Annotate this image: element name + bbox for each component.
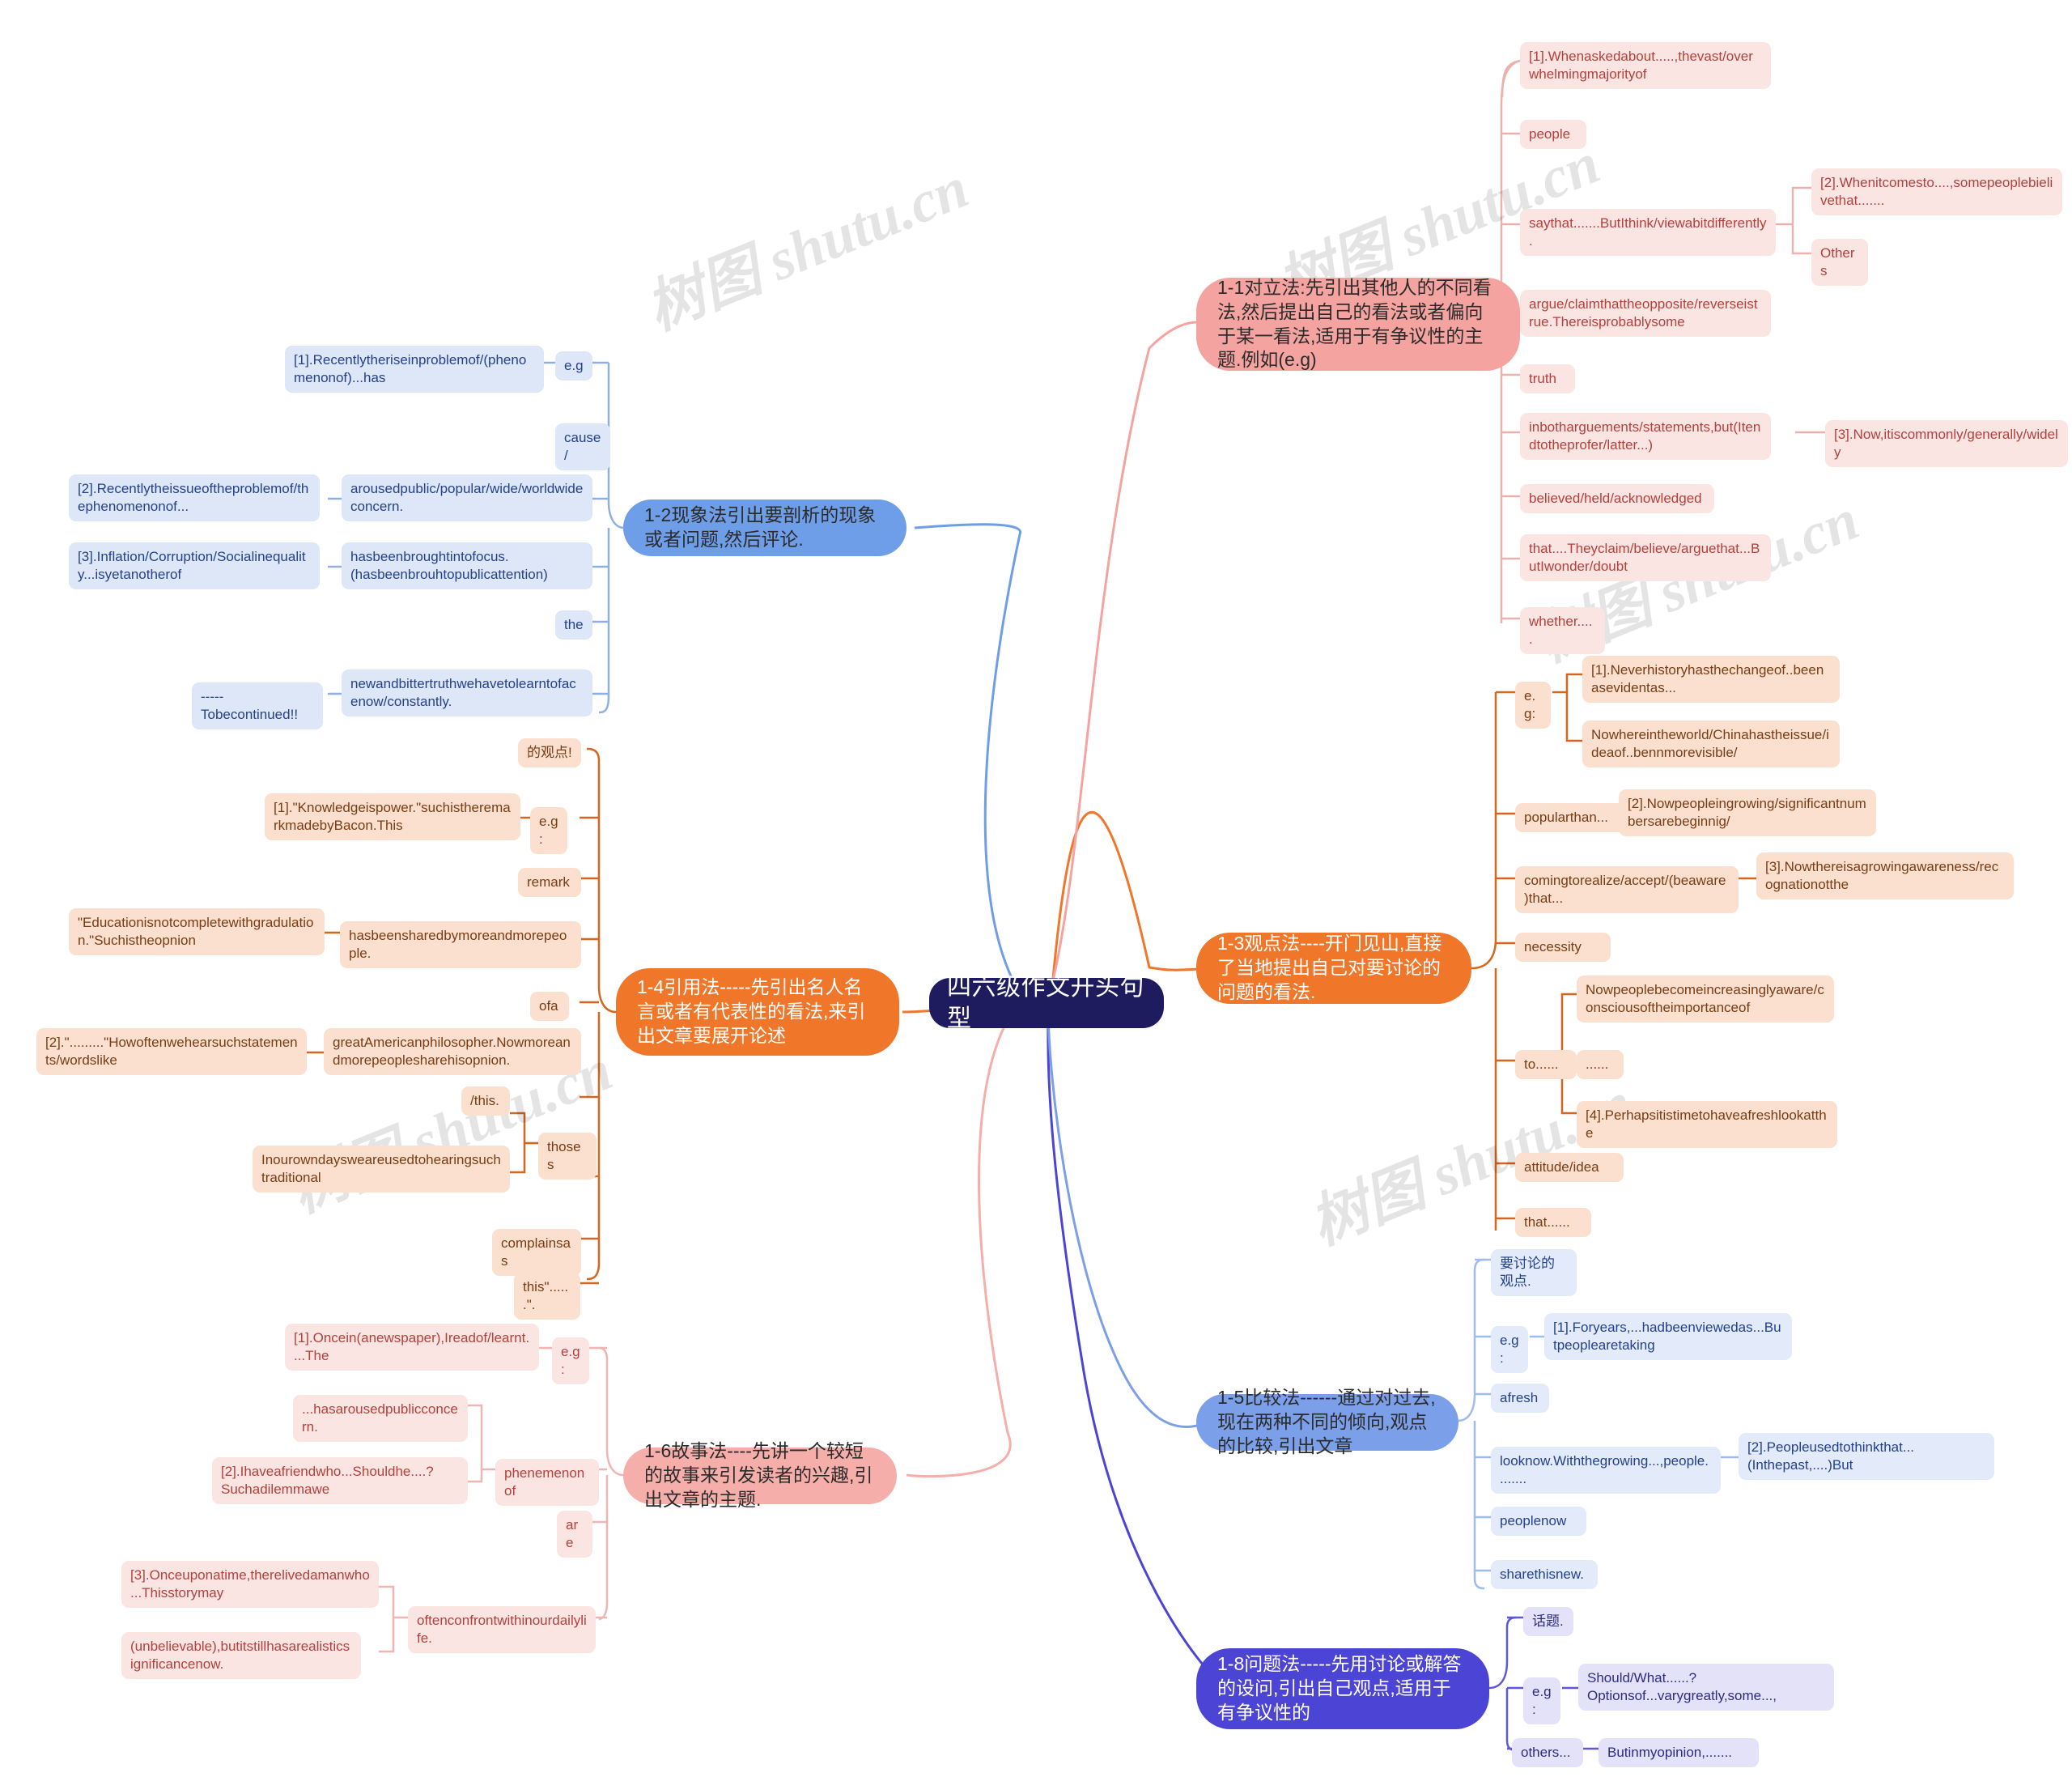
node-1-2-3[interactable]: [3].Inflation/Corruption/Socialinequalit… [69,542,320,590]
node-1-4-ofa[interactable]: ofa [530,992,569,1022]
topic-1-1[interactable]: 1-1对立法:先引出其他人的不同看法,然后提出自己的看法或者偏向于某一看法,适用… [1196,277,1520,371]
node-1-3-3[interactable]: [3].Nowthereisagrowingawareness/recognat… [1756,852,2014,900]
node-1-6-arousedconcern[interactable]: ...hasarousedpublicconcern. [293,1395,468,1443]
node-1-3-to[interactable]: to...... [1515,1050,1577,1080]
node-1-8-others[interactable]: others... [1512,1738,1583,1768]
node-1-4-eg[interactable]: e.g: [530,807,567,855]
node-1-6-unbelievable[interactable]: (unbelievable),butitstillhasarealisticsi… [121,1632,361,1680]
node-1-2-cause[interactable]: cause/ [555,423,610,471]
node-1-3-1[interactable]: [1].Neverhistoryhasthechangeof..beenasev… [1582,656,1840,704]
node-1-3-2[interactable]: [2].Nowpeopleingrowing/significantnumber… [1619,789,1876,837]
node-1-6-oftenconfront[interactable]: oftenconfrontwithinourdailylife. [408,1606,596,1654]
node-1-2-2[interactable]: [2].Recentlytheissueoftheproblemof/theph… [69,474,320,522]
node-1-1-that[interactable]: that....Theyclaim/believe/arguethat...Bu… [1520,534,1771,582]
node-1-1-inboth[interactable]: inbotharguements/statements,but(Itendtot… [1520,413,1771,461]
node-1-3-that[interactable]: that...... [1515,1208,1591,1238]
node-1-4-viewpoint[interactable]: 的观点! [518,738,581,768]
node-1-1-2[interactable]: [2].Whenitcomesto....,somepeoplebielivet… [1811,168,2062,216]
node-1-3-comingtorealize[interactable]: comingtorealize/accept/(beaware)that... [1515,866,1739,914]
node-1-2-1[interactable]: [1].Recentlytheriseinproblemof/(phenomen… [285,346,544,393]
node-1-6-2[interactable]: [2].Ihaveafriendwho...Shouldhe....?Sucha… [212,1457,468,1505]
node-1-2-newbitter[interactable]: newandbittertruthwehavetolearntofacenow/… [342,670,592,717]
node-1-4-remark[interactable]: remark [518,868,581,898]
node-1-8-topic[interactable]: 话题. [1523,1607,1573,1637]
node-1-1-argue[interactable]: argue/claimthattheopposite/reverseistrue… [1520,290,1771,338]
node-1-4-education[interactable]: "Educationisnotcompletewithgradulation."… [69,908,325,956]
node-1-4-complainsas[interactable]: complainsas [492,1229,581,1277]
node-1-6-1[interactable]: [1].Oncein(anewspaper),Ireadof/learnt...… [285,1324,539,1371]
node-1-5-peoplenow[interactable]: peoplenow [1491,1507,1586,1537]
node-1-4-this[interactable]: /this. [461,1086,510,1116]
node-1-6-phenemenonof[interactable]: phenemenonof [495,1459,599,1507]
node-1-6-3[interactable]: [3].Onceuponatime,therelivedamanwho...Th… [121,1561,379,1609]
topic-1-8[interactable]: 1-8问题法-----先用讨论或解答的设问,引出自己观点,适用于有争议性的 [1196,1648,1489,1729]
node-1-6-are[interactable]: are [557,1511,592,1558]
node-1-3-4[interactable]: [4].Perhapsitistimetohaveafreshlookatthe [1577,1101,1837,1149]
node-1-8-example[interactable]: Should/What......?Optionsof...varygreatl… [1578,1664,1834,1711]
topic-1-6[interactable]: 1-6故事法----先讲一个较短的故事来引发读者的兴趣,引出文章的主题. [623,1440,897,1510]
node-1-1-people[interactable]: people [1520,120,1586,150]
node-1-3-nowpeople[interactable]: Nowpeoplebecomeincreasinglyaware/conscio… [1577,976,1834,1023]
node-1-4-inourowndays[interactable]: Inourowndaysweareusedtohearingsuchtradit… [253,1146,510,1193]
topic-1-2[interactable]: 1-2现象法引出要剖析的现象或者问题,然后评论. [623,500,906,556]
node-1-1-others[interactable]: Others [1811,239,1868,287]
node-1-3-attitude[interactable]: attitude/idea [1515,1153,1624,1183]
node-1-1-believed[interactable]: believed/held/acknowledged [1520,484,1714,514]
root-node[interactable]: 四六级作文开头句型 [929,974,1164,1032]
node-1-5-2[interactable]: [2].Peopleusedtothinkthat...(Inthepast,.… [1739,1433,1994,1481]
node-1-6-eg[interactable]: e.g: [552,1337,589,1385]
node-1-1-truth[interactable]: truth [1520,364,1575,394]
node-1-3-eg[interactable]: e.g: [1515,682,1551,729]
topic-1-3[interactable]: 1-3观点法----开门见山,直接了当地提出自己对要讨论的问题的看法. [1196,933,1471,1004]
node-1-2-aroused[interactable]: arousedpublic/popular/wide/worldwideconc… [342,474,592,522]
node-1-2-eg[interactable]: e.g [555,351,592,381]
mindmap-canvas: 树图 shutu.cn 树图 shutu.cn 树图 shutu.cn 树图 s… [0,0,2072,1777]
node-1-5-1[interactable]: [1].Foryears,...hadbeenviewedas...Butpeo… [1544,1313,1792,1361]
node-1-5-afresh[interactable]: afresh [1491,1384,1549,1414]
node-1-4-hasbeenshared[interactable]: hasbeensharedbymoreandmorepeople. [340,921,581,969]
node-1-5-viewpoint[interactable]: 要讨论的观点. [1491,1249,1577,1297]
node-1-4-thisquote[interactable]: this"......". [514,1273,580,1320]
node-1-4-greatamerican[interactable]: greatAmericanphilosopher.Nowmoreandmorep… [324,1028,581,1076]
node-1-4-1[interactable]: [1]."Knowledgeispower."suchistheremarkma… [265,793,520,841]
node-1-2-focus[interactable]: hasbeenbroughtintofocus.(hasbeenbrouhtop… [342,542,592,590]
node-1-1-1[interactable]: [1].Whenaskedabout.....,thevast/overwhel… [1520,42,1771,90]
node-1-2-the[interactable]: the [555,610,592,640]
node-1-8-eg[interactable]: e.g: [1523,1677,1560,1725]
node-1-5-eg[interactable]: e.g: [1491,1326,1528,1374]
node-1-3-ellipsis[interactable]: ...... [1577,1050,1624,1080]
node-1-4-thoses[interactable]: thoses [538,1133,597,1180]
topic-1-5[interactable]: 1-5比较法------通过对过去,现在两种不同的倾向,观点的比较,引出文章 [1196,1387,1458,1456]
node-1-2-tobecontinued[interactable]: -----Tobecontinued!! [192,682,323,730]
node-1-4-2[interactable]: [2]."........."Howoftenwehearsuchstateme… [36,1028,307,1076]
node-1-5-looknow[interactable]: looknow.Withthegrowing...,people........ [1491,1447,1721,1494]
node-1-5-sharethisnew[interactable]: sharethisnew. [1491,1560,1598,1590]
node-1-3-nowhere[interactable]: Nowhereintheworld/Chinahastheissue/ideao… [1582,721,1840,768]
watermark: 树图 shutu.cn [637,155,978,342]
node-1-3-necessity[interactable]: necessity [1515,933,1611,963]
node-1-8-butinmyopinion[interactable]: Butinmyopinion,....... [1599,1738,1759,1768]
node-1-1-3[interactable]: [3].Now,itiscommonly/generally/widely [1825,420,2068,468]
node-1-1-whether[interactable]: whether..... [1520,607,1605,655]
node-1-1-saythat[interactable]: saythat.......ButIthink/viewabitdifferen… [1520,209,1776,257]
topic-1-4[interactable]: 1-4引用法-----先引出名人名言或者有代表性的看法,来引出文章要展开论述 [616,968,899,1056]
